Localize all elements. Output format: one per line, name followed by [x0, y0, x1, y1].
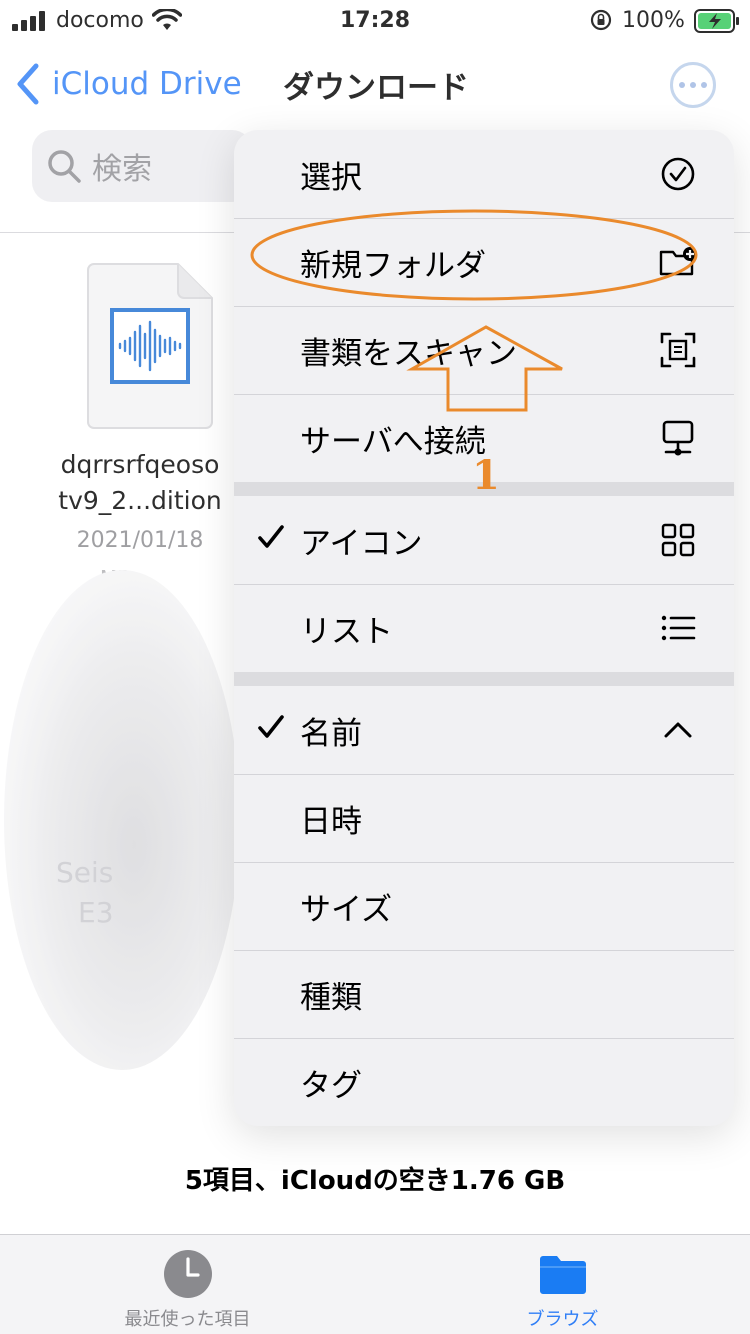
menu-item-label: タグ: [300, 1067, 362, 1104]
annotation-number: 1: [472, 452, 500, 499]
menu-item-list-view[interactable]: リスト: [234, 584, 734, 672]
tab-bar: 最近使った項目 ブラウズ: [0, 1234, 750, 1334]
tab-recents[interactable]: 最近使った項目: [0, 1235, 375, 1334]
menu-item-label: リスト: [300, 613, 393, 650]
folder-icon: [539, 1256, 586, 1294]
checkmark-icon: [258, 715, 284, 738]
tab-label: ブラウズ: [526, 1309, 599, 1330]
menu-item-sort-date[interactable]: 日時: [234, 774, 734, 862]
menu-item-sort-size[interactable]: サイズ: [234, 862, 734, 950]
list-icon: [658, 608, 698, 648]
folder-plus-icon: [658, 242, 698, 282]
menu-item-label: 名前: [300, 715, 362, 752]
menu-item-label: 新規フォルダ: [300, 247, 486, 284]
clock-icon: [163, 1250, 212, 1298]
menu-item-select[interactable]: 選択: [234, 130, 734, 218]
checkmark-icon: [258, 525, 284, 548]
menu-item-label: 種類: [300, 979, 362, 1016]
menu-item-icons-view[interactable]: アイコン: [234, 496, 734, 584]
options-menu: 選択 新規フォルダ 書類をスキャン サーバへ接続 アイコン リスト 名前 日時 …: [234, 130, 734, 1126]
menu-item-label: 書類をスキャン: [300, 335, 517, 372]
menu-item-label: 選択: [300, 159, 362, 196]
menu-item-sort-tags[interactable]: タグ: [234, 1038, 734, 1126]
grid-icon: [658, 520, 698, 560]
menu-item-sort-kind[interactable]: 種類: [234, 950, 734, 1038]
document-scan-icon: [658, 330, 698, 370]
menu-item-label: サーバへ接続: [300, 423, 486, 460]
menu-item-new-folder[interactable]: 新規フォルダ: [234, 218, 734, 306]
server-connect-icon: [658, 418, 698, 458]
tab-browse[interactable]: ブラウズ: [375, 1235, 750, 1334]
menu-item-scan-documents[interactable]: 書類をスキャン: [234, 306, 734, 394]
menu-item-sort-name[interactable]: 名前: [234, 686, 734, 774]
checkmark-circle-icon: [658, 154, 698, 194]
menu-section-gap: [234, 672, 734, 686]
chevron-up-icon: [658, 710, 698, 750]
menu-item-label: 日時: [300, 803, 362, 840]
tab-label: 最近使った項目: [124, 1309, 251, 1330]
menu-item-label: アイコン: [300, 525, 423, 562]
storage-summary: 5項目、iCloudの空き1.76 GB: [184, 1166, 566, 1196]
menu-item-label: サイズ: [300, 891, 393, 928]
